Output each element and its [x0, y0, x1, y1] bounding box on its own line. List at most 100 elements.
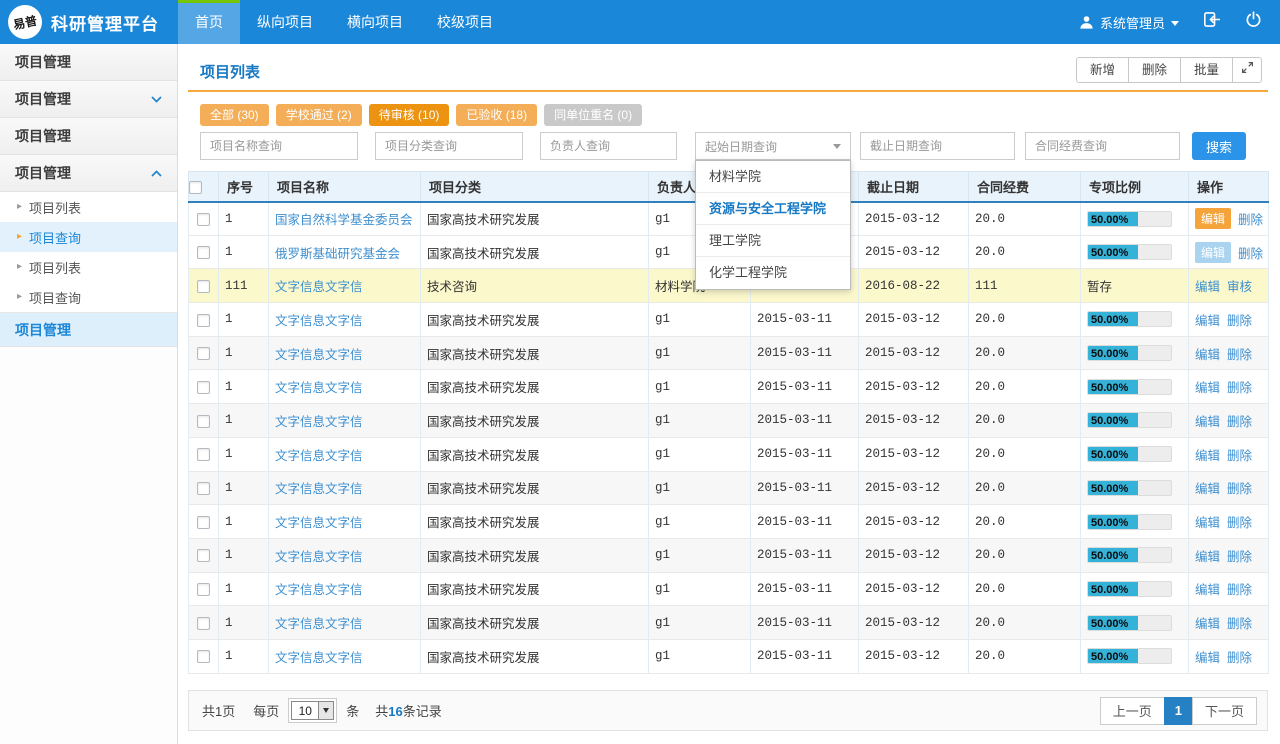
fund-query-input[interactable]: [1025, 132, 1180, 160]
search-button[interactable]: 搜索: [1192, 132, 1246, 160]
edit-link[interactable]: 编辑: [1195, 613, 1220, 632]
sidebar-item-project-list-2[interactable]: ▸项目列表: [0, 252, 177, 282]
checkbox-cell: [189, 572, 219, 606]
expand-button[interactable]: [1232, 57, 1262, 83]
edit-link[interactable]: 编辑: [1195, 478, 1220, 497]
delete-button[interactable]: 删除: [1128, 57, 1181, 83]
nav-tab-horizontal-projects[interactable]: 横向项目: [330, 0, 420, 44]
project-name-query-input[interactable]: [200, 132, 358, 160]
batch-button[interactable]: 批量: [1180, 57, 1233, 83]
delete-link[interactable]: 删除: [1227, 344, 1252, 363]
delete-link[interactable]: 删除: [1227, 310, 1252, 329]
sidebar-item-project-query-1[interactable]: ▸项目查询: [0, 222, 177, 252]
review-link[interactable]: 审核: [1227, 276, 1252, 295]
row-checkbox[interactable]: [197, 516, 210, 529]
delete-link[interactable]: 删除: [1227, 613, 1252, 632]
row-checkbox[interactable]: [197, 314, 210, 327]
project-name-link[interactable]: 俄罗斯基础研究基金会: [275, 247, 400, 261]
edit-link[interactable]: 编辑: [1195, 647, 1220, 666]
edit-link[interactable]: 编辑: [1195, 411, 1220, 430]
filter-tab-same-unit-duplicate[interactable]: 同单位重名 (0): [544, 104, 642, 126]
filter-tab-school-approved[interactable]: 学校通过 (2): [276, 104, 362, 126]
project-name-link[interactable]: 文字信息文字信: [275, 482, 363, 496]
sidebar-item-project-query-2[interactable]: ▸项目查询: [0, 282, 177, 312]
sidebar-item-project-manage-4[interactable]: 项目管理: [0, 155, 177, 192]
row-checkbox[interactable]: [197, 280, 210, 293]
leader-query-input[interactable]: [540, 132, 677, 160]
select-all-checkbox[interactable]: [189, 181, 202, 194]
row-checkbox[interactable]: [197, 213, 210, 226]
project-name-link[interactable]: 文字信息文字信: [275, 651, 363, 665]
project-name-link[interactable]: 文字信息文字信: [275, 449, 363, 463]
logout-button[interactable]: [1203, 11, 1221, 33]
row-checkbox[interactable]: [197, 381, 210, 394]
row-checkbox[interactable]: [197, 482, 210, 495]
delete-link[interactable]: 删除: [1238, 243, 1263, 262]
project-name-link[interactable]: 文字信息文字信: [275, 314, 363, 328]
next-page-button[interactable]: 下一页: [1192, 697, 1257, 725]
row-checkbox[interactable]: [197, 415, 210, 428]
delete-link[interactable]: 删除: [1238, 209, 1263, 228]
edit-link[interactable]: 编辑: [1195, 276, 1220, 295]
delete-link[interactable]: 删除: [1227, 647, 1252, 666]
row-checkbox[interactable]: [197, 650, 210, 663]
sidebar-item-project-manage-1[interactable]: 项目管理: [0, 44, 177, 81]
project-category-query-input[interactable]: [375, 132, 523, 160]
project-name-link[interactable]: 文字信息文字信: [275, 381, 363, 395]
row-checkbox[interactable]: [197, 448, 210, 461]
project-name-link[interactable]: 文字信息文字信: [275, 550, 363, 564]
delete-link[interactable]: 删除: [1227, 579, 1252, 598]
start-date-query-select[interactable]: 起始日期查询: [695, 132, 851, 160]
project-name-link[interactable]: 文字信息文字信: [275, 415, 363, 429]
sidebar-item-project-list-1[interactable]: ▸项目列表: [0, 192, 177, 222]
dropdown-option-chemical-college[interactable]: 化学工程学院: [696, 257, 850, 289]
edit-link[interactable]: 编辑: [1195, 512, 1220, 531]
dropdown-option-material-college[interactable]: 材料学院: [696, 161, 850, 193]
prev-page-button[interactable]: 上一页: [1100, 697, 1165, 725]
delete-link[interactable]: 删除: [1227, 512, 1252, 531]
row-checkbox[interactable]: [197, 617, 210, 630]
delete-link[interactable]: 删除: [1227, 546, 1252, 565]
project-name-link[interactable]: 国家自然科学基金委员会: [275, 213, 413, 227]
sidebar-sub-label: 项目列表: [29, 198, 81, 217]
dropdown-option-resource-safety-college[interactable]: 资源与安全工程学院: [696, 193, 850, 225]
project-name-link[interactable]: 文字信息文字信: [275, 516, 363, 530]
nav-tab-school-projects[interactable]: 校级项目: [420, 0, 510, 44]
nav-tab-home[interactable]: 首页: [178, 0, 240, 44]
power-button[interactable]: [1245, 11, 1262, 33]
edit-link[interactable]: 编辑: [1195, 546, 1220, 565]
project-name-link[interactable]: 文字信息文字信: [275, 617, 363, 631]
project-name-link[interactable]: 文字信息文字信: [275, 583, 363, 597]
edit-link[interactable]: 编辑: [1195, 310, 1220, 329]
edit-button[interactable]: 编辑: [1195, 242, 1231, 263]
filter-tab-accepted[interactable]: 已验收 (18): [456, 104, 537, 126]
add-button[interactable]: 新增: [1076, 57, 1129, 83]
dropdown-option-science-college[interactable]: 理工学院: [696, 225, 850, 257]
row-checkbox[interactable]: [197, 583, 210, 596]
edit-link[interactable]: 编辑: [1195, 344, 1220, 363]
per-page-select[interactable]: 10: [288, 698, 337, 723]
leader-cell: g1: [649, 437, 751, 471]
edit-link[interactable]: 编辑: [1195, 377, 1220, 396]
page-1-button[interactable]: 1: [1164, 697, 1193, 725]
project-name-link[interactable]: 文字信息文字信: [275, 348, 363, 362]
sidebar-item-project-manage-5[interactable]: 项目管理: [0, 312, 177, 347]
project-name-link[interactable]: 文字信息文字信: [275, 280, 363, 294]
nav-tab-vertical-projects[interactable]: 纵向项目: [240, 0, 330, 44]
row-checkbox[interactable]: [197, 549, 210, 562]
delete-link[interactable]: 删除: [1227, 478, 1252, 497]
edit-button[interactable]: 编辑: [1195, 208, 1231, 229]
delete-link[interactable]: 删除: [1227, 411, 1252, 430]
sidebar-item-project-manage-3[interactable]: 项目管理: [0, 118, 177, 155]
delete-link[interactable]: 删除: [1227, 445, 1252, 464]
row-checkbox[interactable]: [197, 246, 210, 259]
sidebar-item-project-manage-2[interactable]: 项目管理: [0, 81, 177, 118]
row-checkbox[interactable]: [197, 347, 210, 360]
end-date-query-input[interactable]: [860, 132, 1015, 160]
filter-tab-all[interactable]: 全部 (30): [200, 104, 269, 126]
edit-link[interactable]: 编辑: [1195, 445, 1220, 464]
user-menu[interactable]: 系统管理员: [1079, 13, 1179, 32]
filter-tab-pending-review[interactable]: 待审核 (10): [369, 104, 450, 126]
edit-link[interactable]: 编辑: [1195, 579, 1220, 598]
delete-link[interactable]: 删除: [1227, 377, 1252, 396]
